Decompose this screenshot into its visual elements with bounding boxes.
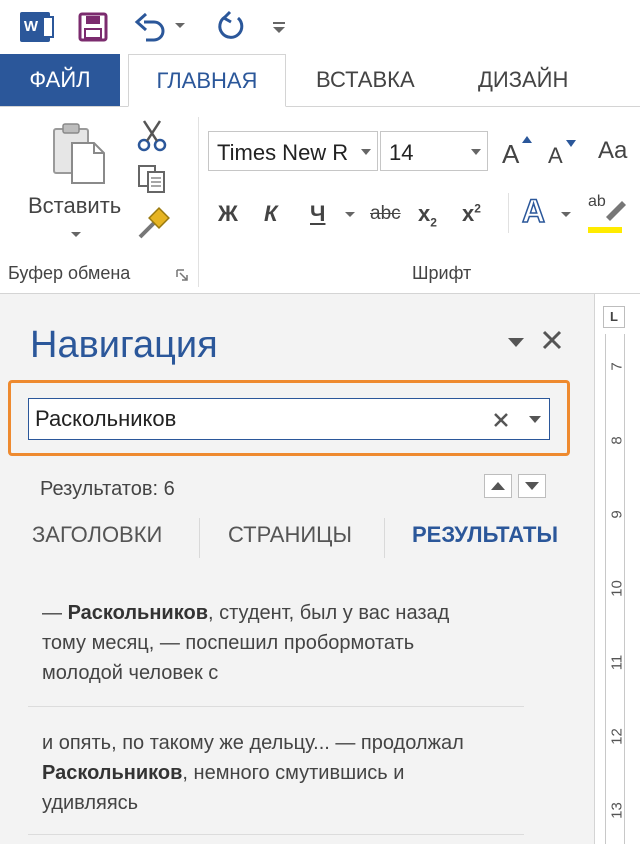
undo-dropdown-icon[interactable]	[174, 22, 186, 30]
triangle-down-icon	[525, 482, 539, 490]
word-icon-letter: W	[23, 18, 39, 35]
caret-down-icon	[566, 140, 576, 147]
grow-font-label: A	[502, 139, 520, 169]
customize-qat-icon[interactable]	[272, 22, 286, 34]
ribbon: Вставить Буфер обмена Times New R 14 A A…	[0, 107, 640, 294]
triangle-up-icon	[491, 482, 505, 490]
search-options-icon[interactable]	[529, 416, 541, 424]
italic-button[interactable]: К	[264, 201, 278, 227]
search-result-item[interactable]: — Раскольников, студент, был у вас назад…	[42, 598, 492, 688]
superscript-label: x	[462, 201, 475, 226]
text-effects-button[interactable]: A	[521, 192, 546, 230]
previous-result-button[interactable]	[484, 474, 512, 498]
highlight-button[interactable]: ab	[588, 193, 628, 233]
subscript-label: x	[418, 201, 431, 226]
divider	[508, 193, 509, 233]
navigation-pane: Навигация Результатов: 6 ЗАГОЛОВКИ СТРАН…	[0, 294, 594, 844]
font-name-select[interactable]: Times New R	[208, 131, 378, 171]
format-painter-icon[interactable]	[136, 207, 170, 241]
superscript-button[interactable]: x2	[462, 201, 481, 227]
ruler-number: 11	[608, 654, 626, 671]
undo-icon[interactable]	[134, 12, 168, 42]
result-text: и опять, по такому же дельцу... — продол…	[42, 732, 464, 754]
highlight-color-swatch	[588, 227, 622, 233]
tab-home[interactable]: ГЛАВНАЯ	[128, 54, 286, 107]
tab-headings[interactable]: ЗАГОЛОВКИ	[32, 522, 162, 548]
paste-icon[interactable]	[50, 121, 110, 185]
subscript-button[interactable]: x2	[418, 201, 437, 229]
font-size-value: 14	[389, 140, 414, 165]
redo-icon[interactable]	[216, 10, 248, 42]
copy-icon[interactable]	[136, 163, 168, 195]
bold-button[interactable]: Ж	[218, 201, 238, 227]
close-icon[interactable]	[542, 330, 562, 350]
underline-dropdown-icon[interactable]	[344, 211, 356, 219]
subscript-mark: 2	[430, 215, 437, 230]
caret-up-icon	[522, 136, 532, 143]
search-input[interactable]	[35, 405, 475, 433]
result-match: Раскольников	[67, 602, 208, 624]
search-result-item[interactable]: и опять, по такому же дельцу... — продол…	[42, 728, 492, 818]
result-divider	[28, 834, 524, 835]
word-icon[interactable]: W	[20, 12, 54, 42]
result-divider	[28, 706, 524, 707]
grow-font-button[interactable]: A	[502, 136, 532, 170]
tab-selector-button[interactable]: L	[603, 306, 625, 328]
divider	[199, 518, 200, 558]
vertical-ruler: L 7 8 9 10 11 12 13	[594, 294, 640, 844]
cut-icon[interactable]	[136, 119, 170, 153]
ruler-number: 8	[608, 436, 626, 445]
chevron-down-icon	[471, 149, 481, 155]
results-count: Результатов: 6	[40, 478, 175, 500]
pane-options-icon[interactable]	[508, 338, 524, 348]
paste-button[interactable]: Вставить	[28, 193, 121, 219]
font-size-select[interactable]: 14	[380, 131, 488, 171]
underline-button[interactable]: Ч	[310, 201, 325, 227]
quick-access-toolbar: W	[0, 0, 640, 52]
next-result-button[interactable]	[518, 474, 546, 498]
tab-insert[interactable]: ВСТАВКА	[316, 54, 415, 106]
tab-file[interactable]: ФАЙЛ	[0, 54, 120, 106]
ruler-number: 10	[608, 580, 626, 597]
ruler-number: 13	[608, 802, 626, 819]
result-text: —	[42, 602, 68, 624]
paste-dropdown-icon[interactable]	[70, 231, 82, 239]
highlighter-icon	[606, 201, 626, 221]
shrink-font-button[interactable]: A	[548, 140, 576, 169]
group-separator	[198, 117, 199, 287]
save-icon[interactable]	[78, 12, 108, 42]
search-box[interactable]	[28, 398, 550, 440]
superscript-mark: 2	[474, 201, 481, 216]
font-group-label: Шрифт	[412, 263, 472, 283]
ribbon-tabs: ФАЙЛ ГЛАВНАЯ ВСТАВКА ДИЗАЙН	[0, 54, 640, 107]
chevron-down-icon	[361, 149, 371, 155]
clipboard-launcher-icon[interactable]	[176, 269, 188, 281]
clear-search-icon[interactable]	[493, 412, 509, 428]
font-name-value: Times New R	[217, 140, 349, 165]
tab-design[interactable]: ДИЗАЙН	[478, 54, 568, 106]
pane-title: Навигация	[30, 324, 218, 366]
result-match: Раскольников	[42, 762, 183, 784]
divider	[384, 518, 385, 558]
tab-pages[interactable]: СТРАНИЦЫ	[228, 522, 352, 548]
tab-results[interactable]: РЕЗУЛЬТАТЫ	[412, 522, 558, 548]
text-effects-dropdown-icon[interactable]	[560, 211, 572, 219]
strikethrough-button[interactable]: abc	[370, 203, 401, 225]
ruler-number: 9	[608, 510, 626, 519]
ruler-number: 12	[608, 728, 626, 745]
shrink-font-label: A	[548, 143, 563, 168]
clipboard-group-label: Буфер обмена	[8, 263, 131, 283]
change-case-button[interactable]: Aa	[598, 137, 627, 165]
ruler-number: 7	[608, 362, 626, 371]
